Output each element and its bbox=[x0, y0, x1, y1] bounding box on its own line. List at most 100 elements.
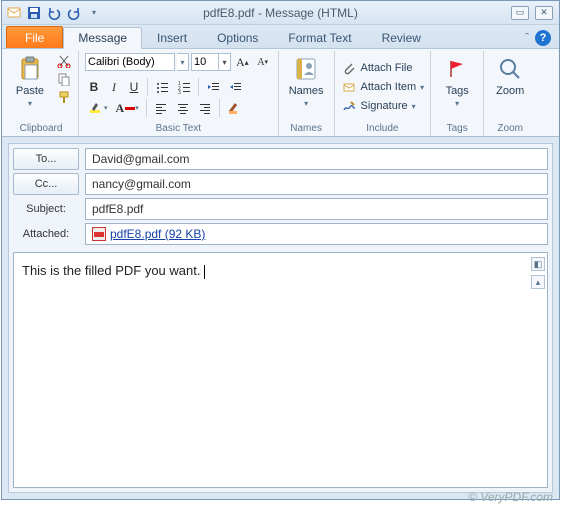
subject-row: Subject: bbox=[13, 198, 548, 220]
attached-file-link[interactable]: pdfE8.pdf (92 KB) bbox=[110, 227, 205, 241]
tabstrip-right: ˆ ? bbox=[525, 30, 555, 48]
message-window: ▾ pdfE8.pdf - Message (HTML) ▭ ✕ File Me… bbox=[1, 0, 560, 500]
font-color-button[interactable]: A▾ bbox=[113, 99, 142, 117]
align-center-icon[interactable] bbox=[173, 99, 193, 117]
maximize-button[interactable]: ▭ bbox=[511, 6, 529, 20]
cc-row: Cc... bbox=[13, 173, 548, 195]
ribbon: Paste▾ Clipboard ▾ ▾ bbox=[2, 49, 559, 137]
svg-text:3: 3 bbox=[178, 90, 181, 94]
zoom-button[interactable]: Zoom bbox=[490, 53, 530, 99]
tab-review[interactable]: Review bbox=[367, 26, 436, 48]
font-size-select[interactable]: ▾ bbox=[191, 53, 231, 71]
clear-format-icon[interactable] bbox=[224, 99, 244, 117]
ribbon-tabstrip: File Message Insert Options Format Text … bbox=[2, 25, 559, 49]
signature-label: Signature bbox=[361, 100, 408, 112]
attached-label: Attached: bbox=[13, 228, 79, 240]
flag-icon bbox=[443, 55, 471, 83]
redo-icon[interactable] bbox=[66, 5, 82, 21]
app-icon bbox=[6, 5, 22, 21]
font-name-dropdown-icon[interactable]: ▾ bbox=[177, 53, 189, 71]
undo-icon[interactable] bbox=[46, 5, 62, 21]
to-row: To... bbox=[13, 148, 548, 170]
paste-label: Paste bbox=[16, 85, 44, 97]
names-button[interactable]: Names ▾ bbox=[285, 53, 328, 112]
numbering-button[interactable]: 123 bbox=[174, 78, 194, 96]
attach-item-dropdown-icon: ▾ bbox=[420, 83, 424, 92]
subject-label: Subject: bbox=[13, 203, 79, 215]
shrink-font-icon[interactable]: A▾ bbox=[254, 53, 272, 71]
font-size-dropdown-icon[interactable]: ▾ bbox=[218, 54, 230, 70]
italic-button[interactable]: I bbox=[105, 78, 123, 96]
attached-field[interactable]: pdfE8.pdf (92 KB) bbox=[85, 223, 548, 245]
zoom-label: Zoom bbox=[496, 85, 524, 97]
quick-access-toolbar: ▾ bbox=[2, 5, 106, 21]
tags-button[interactable]: Tags▾ bbox=[437, 53, 477, 112]
signature-icon bbox=[341, 98, 357, 114]
font-name-select[interactable] bbox=[85, 53, 175, 71]
group-names-label: Names bbox=[290, 121, 322, 136]
cut-icon[interactable] bbox=[56, 53, 72, 69]
close-button[interactable]: ✕ bbox=[535, 6, 553, 20]
paste-button[interactable]: Paste▾ bbox=[10, 53, 50, 112]
separator bbox=[147, 78, 148, 96]
underline-button[interactable]: U bbox=[125, 78, 143, 96]
message-body[interactable]: This is the filled PDF you want. ◧ ▴ bbox=[13, 252, 548, 488]
bullets-button[interactable] bbox=[152, 78, 172, 96]
group-tags-label: Tags bbox=[447, 121, 468, 136]
minimize-ribbon-icon[interactable]: ˆ bbox=[525, 32, 529, 44]
group-basic-text-label: Basic Text bbox=[156, 121, 201, 136]
ruler-toggle-icon[interactable]: ◧ bbox=[531, 257, 545, 271]
paperclip-icon bbox=[341, 60, 357, 76]
attach-item-button[interactable]: Attach Item ▾ bbox=[341, 78, 425, 96]
compose-wrap: To... Cc... Subject: Attached: pdfE8.pdf… bbox=[2, 137, 559, 499]
names-dropdown-icon: ▾ bbox=[304, 99, 308, 108]
watermark: © VeryPDF.com bbox=[468, 490, 553, 504]
cc-field[interactable] bbox=[85, 173, 548, 195]
group-zoom-label: Zoom bbox=[497, 121, 523, 136]
bold-button[interactable]: B bbox=[85, 78, 103, 96]
tab-options[interactable]: Options bbox=[202, 26, 273, 48]
save-icon[interactable] bbox=[26, 5, 42, 21]
attach-item-icon bbox=[341, 79, 357, 95]
subject-field[interactable] bbox=[85, 198, 548, 220]
group-clipboard-label: Clipboard bbox=[20, 121, 63, 136]
qat-dropdown-icon[interactable]: ▾ bbox=[86, 5, 102, 21]
help-icon[interactable]: ? bbox=[535, 30, 551, 46]
to-button[interactable]: To... bbox=[13, 148, 79, 170]
tags-label: Tags bbox=[446, 85, 469, 97]
font-size-value[interactable] bbox=[192, 54, 218, 70]
highlight-button[interactable]: ▾ bbox=[85, 99, 111, 117]
format-painter-icon[interactable] bbox=[56, 89, 72, 105]
group-include-label: Include bbox=[366, 121, 398, 136]
group-names: Names ▾ Names bbox=[279, 51, 335, 136]
to-field[interactable] bbox=[85, 148, 548, 170]
text-cursor bbox=[204, 265, 205, 279]
copy-icon[interactable] bbox=[56, 71, 72, 87]
cc-button[interactable]: Cc... bbox=[13, 173, 79, 195]
paste-icon bbox=[16, 55, 44, 83]
compose-panel: To... Cc... Subject: Attached: pdfE8.pdf… bbox=[8, 143, 553, 493]
names-label: Names bbox=[289, 85, 324, 97]
window-controls: ▭ ✕ bbox=[511, 6, 559, 20]
attach-item-label: Attach Item bbox=[361, 81, 417, 93]
attached-row: Attached: pdfE8.pdf (92 KB) bbox=[13, 223, 548, 245]
signature-button[interactable]: Signature ▾ bbox=[341, 97, 416, 115]
tab-message[interactable]: Message bbox=[63, 27, 142, 49]
separator bbox=[198, 78, 199, 96]
separator bbox=[146, 99, 147, 117]
separator bbox=[219, 99, 220, 117]
increase-indent-icon[interactable] bbox=[225, 78, 245, 96]
clipboard-small bbox=[56, 53, 72, 105]
address-book-icon bbox=[292, 55, 320, 83]
body-right-rail: ◧ ▴ bbox=[531, 257, 545, 289]
tab-format-text[interactable]: Format Text bbox=[273, 26, 366, 48]
grow-font-icon[interactable]: A▴ bbox=[233, 53, 252, 71]
scroll-up-icon[interactable]: ▴ bbox=[531, 275, 545, 289]
attach-file-button[interactable]: Attach File bbox=[341, 59, 413, 77]
decrease-indent-icon[interactable] bbox=[203, 78, 223, 96]
tab-file[interactable]: File bbox=[6, 26, 63, 48]
align-left-icon[interactable] bbox=[151, 99, 171, 117]
align-right-icon[interactable] bbox=[195, 99, 215, 117]
titlebar: ▾ pdfE8.pdf - Message (HTML) ▭ ✕ bbox=[2, 1, 559, 25]
tab-insert[interactable]: Insert bbox=[142, 26, 202, 48]
